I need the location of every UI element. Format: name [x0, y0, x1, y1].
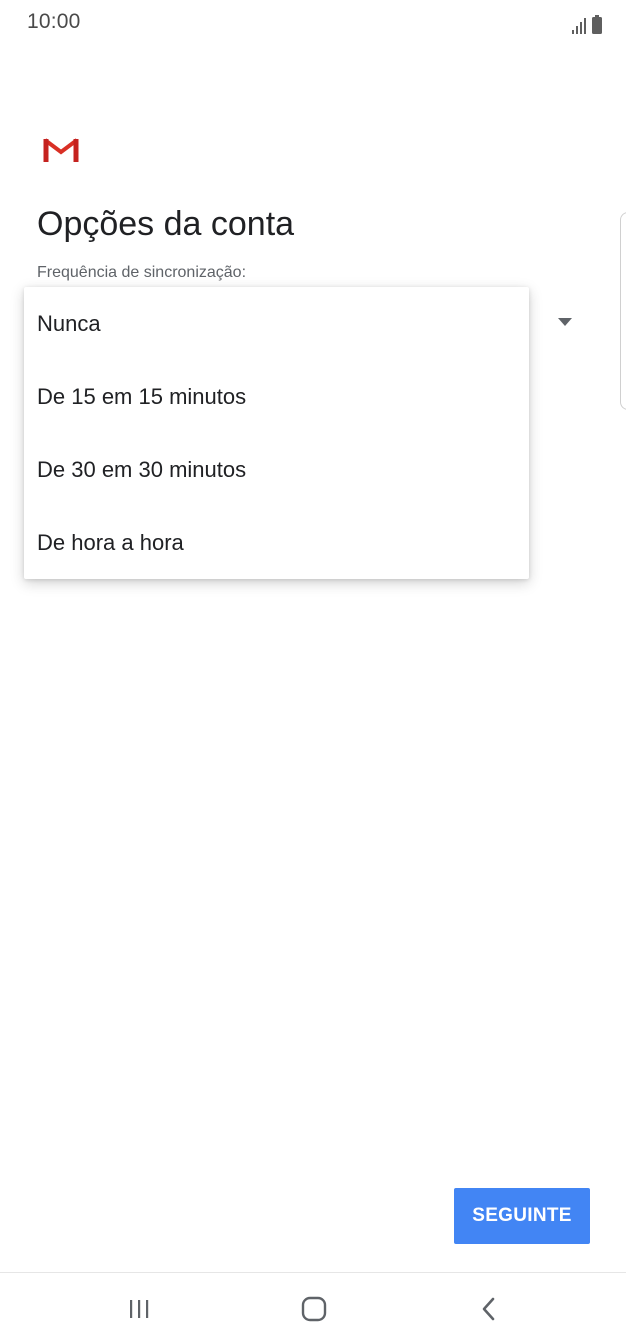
sync-frequency-label: Frequência de sincronização:	[37, 264, 247, 281]
status-icons	[572, 12, 602, 34]
next-button[interactable]: SEGUINTE	[454, 1188, 590, 1244]
menu-item-never[interactable]: Nunca	[24, 287, 529, 360]
navigation-bar	[0, 1272, 626, 1344]
side-panel-edge	[620, 212, 626, 410]
battery-icon	[592, 15, 602, 34]
recent-apps-icon	[130, 1300, 149, 1318]
status-time: 10:00	[27, 10, 81, 33]
back-button[interactable]	[459, 1287, 519, 1331]
signal-icon	[572, 16, 586, 34]
menu-item-hourly[interactable]: De hora a hora	[24, 506, 529, 579]
gmail-logo-icon	[43, 138, 79, 162]
status-bar: 10:00	[0, 0, 626, 48]
menu-item-30-minutes[interactable]: De 30 em 30 minutos	[24, 433, 529, 506]
recent-apps-button[interactable]	[109, 1287, 169, 1331]
page-title: Opções da conta	[37, 205, 295, 243]
home-icon	[301, 1296, 327, 1322]
dropdown-arrow-icon[interactable]	[558, 318, 572, 326]
back-icon	[482, 1297, 495, 1321]
home-button[interactable]	[284, 1287, 344, 1331]
menu-item-15-minutes[interactable]: De 15 em 15 minutos	[24, 360, 529, 433]
sync-frequency-menu: Nunca De 15 em 15 minutos De 30 em 30 mi…	[24, 287, 529, 579]
